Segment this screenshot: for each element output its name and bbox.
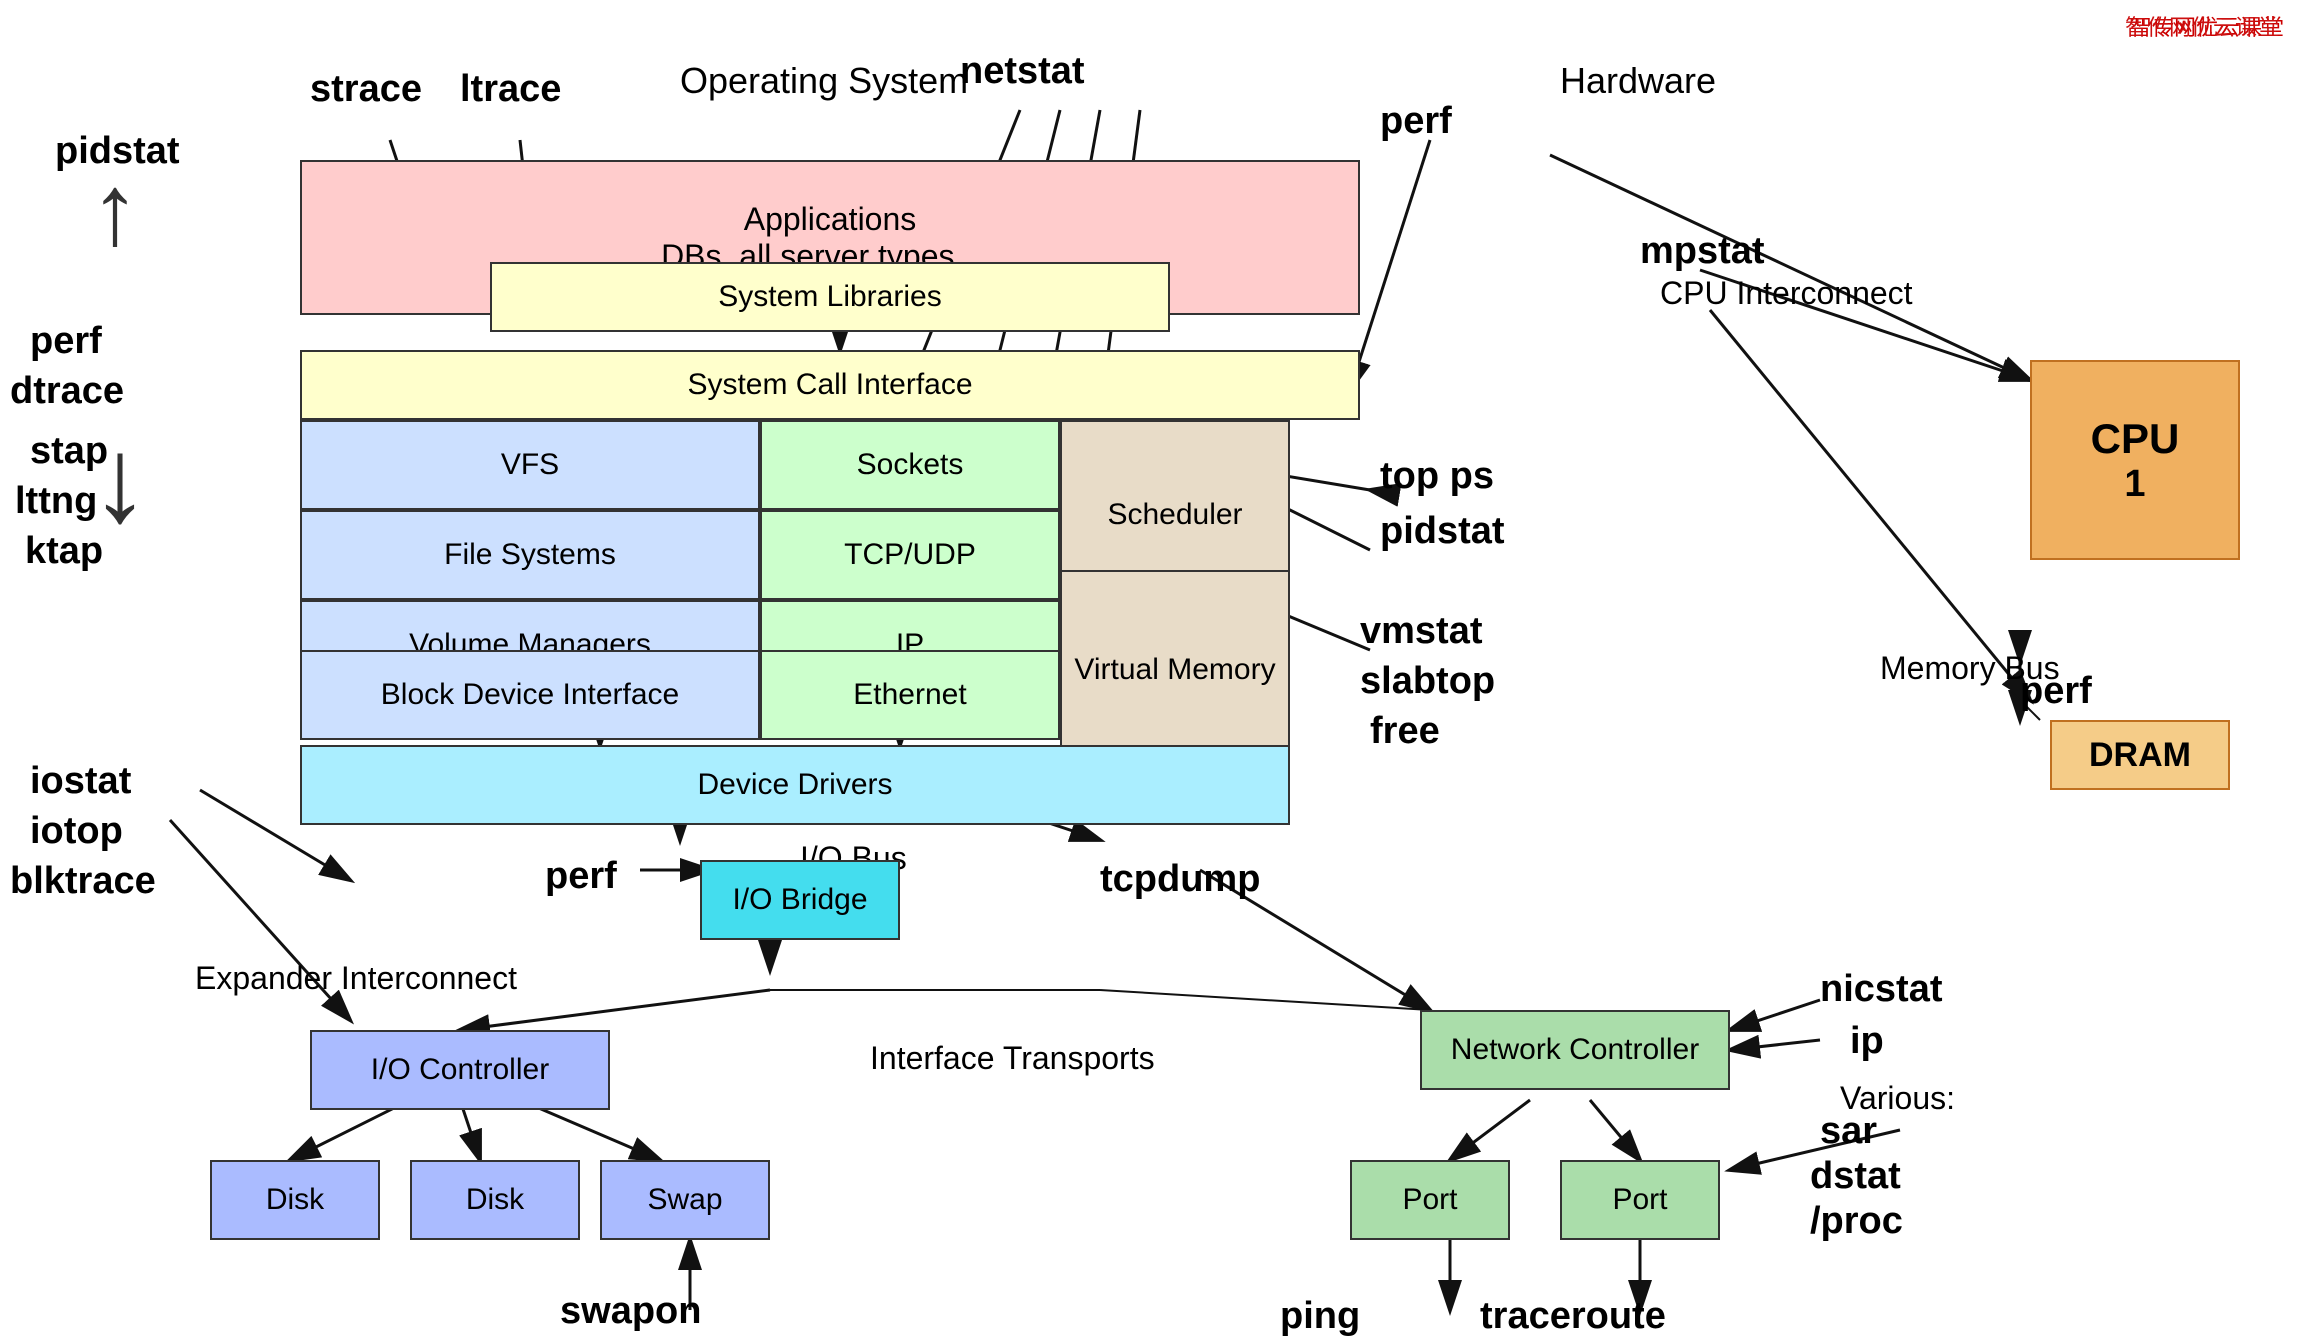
up-arrow: ↑ — [90, 160, 140, 260]
system-call-interface-box: System Call Interface — [300, 350, 1360, 420]
perf-top-label: perf — [1380, 100, 1452, 143]
stap-label: stap — [30, 430, 108, 473]
cpu-line2: 1 — [2124, 463, 2145, 506]
disk1-box: Disk — [210, 1160, 380, 1240]
disk2-box: Disk — [410, 1160, 580, 1240]
proc-label: /proc — [1810, 1200, 1903, 1243]
nicstat-label: nicstat — [1820, 968, 1942, 1011]
device-drivers-box: Device Drivers — [300, 745, 1290, 825]
top-ps-label: top ps — [1380, 455, 1494, 498]
slabtop-label: slabtop — [1360, 660, 1495, 703]
pidstat-right-label: pidstat — [1380, 510, 1505, 553]
applications-line1: Applications — [744, 201, 917, 238]
expander-label: Expander Interconnect — [195, 960, 517, 997]
netstat-label: netstat — [960, 50, 1085, 93]
mpstat-label: mpstat — [1640, 230, 1765, 273]
ping-label: ping — [1280, 1295, 1360, 1338]
sar-label: sar — [1820, 1110, 1877, 1153]
strace-label: strace — [310, 68, 422, 111]
watermark-text: 智传网优云课堂 — [2125, 10, 2279, 42]
iotop-label: iotop — [30, 810, 123, 853]
dstat-label: dstat — [1810, 1155, 1901, 1198]
system-libraries-box: System Libraries — [490, 262, 1170, 332]
ltrace-label: ltrace — [460, 68, 561, 111]
cpu-interconnect-label: CPU Interconnect — [1660, 275, 1913, 312]
dram-box: DRAM — [2050, 720, 2230, 790]
interface-transports-label: Interface Transports — [870, 1040, 1155, 1077]
vmstat-label: vmstat — [1360, 610, 1483, 653]
traceroute-label: traceroute — [1480, 1295, 1666, 1338]
port1-box: Port — [1350, 1160, 1510, 1240]
swap-box: Swap — [600, 1160, 770, 1240]
vfs-box: VFS — [300, 420, 760, 510]
sockets-box: Sockets — [760, 420, 1060, 510]
ip-label: ip — [1850, 1020, 1884, 1063]
dtrace-label: dtrace — [10, 370, 124, 413]
cpu-line1: CPU — [2091, 415, 2180, 463]
perf-left-label: perf — [30, 320, 102, 363]
lttng-label: lttng — [15, 480, 97, 523]
port2-box: Port — [1560, 1160, 1720, 1240]
hardware-label: Hardware — [1560, 60, 1716, 102]
ethernet-box: Ethernet — [760, 650, 1060, 740]
network-controller-box: Network Controller — [1420, 1010, 1730, 1090]
iostat-label: iostat — [30, 760, 131, 803]
block-device-interface-box: Block Device Interface — [300, 650, 760, 740]
tcp-udp-box: TCP/UDP — [760, 510, 1060, 600]
tcpdump-label: tcpdump — [1100, 858, 1260, 901]
free-label: free — [1370, 710, 1440, 753]
ktap-label: ktap — [25, 530, 103, 573]
io-controller-box: I/O Controller — [310, 1030, 610, 1110]
virtual-memory-box: Virtual Memory — [1060, 570, 1290, 770]
perf-mem-label: perf — [2020, 670, 2092, 713]
os-label: Operating System — [680, 60, 968, 102]
blktrace-label: blktrace — [10, 860, 156, 903]
file-systems-box: File Systems — [300, 510, 760, 600]
swapon-label: swapon — [560, 1290, 701, 1333]
perf-io-label: perf — [545, 855, 617, 898]
io-bridge-box: I/O Bridge — [700, 860, 900, 940]
virtual-memory-text: Virtual Memory — [1074, 653, 1275, 687]
cpu-box: CPU 1 — [2030, 360, 2240, 560]
